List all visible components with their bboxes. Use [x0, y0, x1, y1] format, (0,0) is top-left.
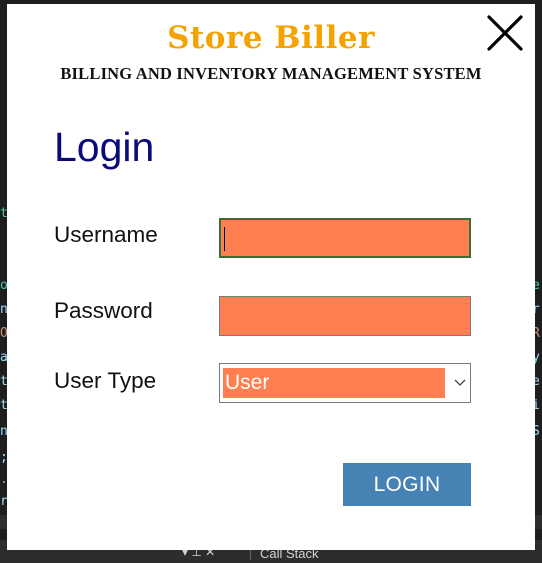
app-subtitle: BILLING AND INVENTORY MANAGEMENT SYSTEM: [60, 64, 482, 83]
login-dialog: Store Biller BILLING AND INVENTORY MANAG…: [7, 4, 535, 550]
password-field[interactable]: [219, 296, 471, 336]
username-label: Username: [54, 222, 158, 247]
login-button[interactable]: LOGIN: [343, 463, 471, 506]
password-label: Password: [54, 298, 153, 323]
user-type-label: User Type: [54, 368, 157, 393]
username-field[interactable]: [219, 218, 471, 258]
user-type-select[interactable]: User: [219, 363, 471, 403]
user-type-selected-value: User: [223, 368, 445, 398]
login-heading: Login: [54, 124, 155, 170]
chevron-down-icon: [454, 379, 466, 386]
text-caret: [224, 227, 225, 251]
app-brand-title: Store Biller: [167, 20, 375, 56]
